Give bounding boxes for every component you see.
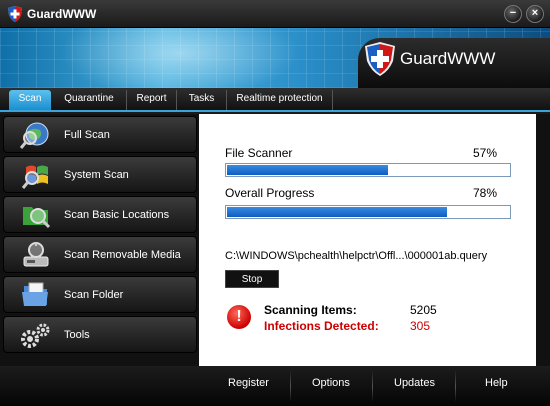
sidebar-item-tools[interactable]: Tools <box>3 316 197 353</box>
tab-realtime-protection[interactable]: Realtime protection <box>227 90 333 110</box>
folder-icon <box>22 282 48 306</box>
sidebar-item-system-scan[interactable]: System Scan <box>3 156 197 193</box>
bottom-bar: Register Options Updates Help <box>0 366 550 406</box>
options-button[interactable]: Options <box>312 377 350 389</box>
help-button[interactable]: Help <box>485 377 508 389</box>
alert-icon: ! <box>227 305 251 329</box>
separator <box>455 370 456 402</box>
sidebar-item-label: Full Scan <box>64 129 110 141</box>
overall-progress-percent: 78% <box>473 186 498 200</box>
close-button[interactable]: × <box>526 5 544 23</box>
sidebar-item-scan-removable-media[interactable]: Scan Removable Media <box>3 236 197 273</box>
tab-scan[interactable]: Scan <box>9 90 51 110</box>
file-scanner-label: File Scanner <box>225 146 293 160</box>
panel-border <box>536 114 550 366</box>
overall-progress-fill <box>227 207 447 217</box>
sidebar-item-full-scan[interactable]: Full Scan <box>3 116 197 153</box>
sidebar-item-label: Scan Removable Media <box>64 249 181 261</box>
overall-progress-label: Overall Progress <box>225 186 315 200</box>
tab-bar: Scan Quarantine Report Tasks Realtime pr… <box>0 88 550 112</box>
logo-shield-icon <box>365 42 395 76</box>
banner-glow <box>60 28 300 88</box>
sidebar: Full Scan System Scan Scan Basic Locatio… <box>0 114 199 366</box>
updates-button[interactable]: Updates <box>394 377 435 389</box>
stop-button[interactable]: Stop <box>225 270 279 288</box>
sidebar-item-label: Scan Folder <box>64 289 124 301</box>
minimize-button[interactable]: − <box>504 5 522 23</box>
tab-tasks[interactable]: Tasks <box>177 90 227 110</box>
tab-quarantine[interactable]: Quarantine <box>52 90 127 110</box>
current-file-path: C:\WINDOWS\pchealth\helpctr\Offl...\0000… <box>225 250 488 262</box>
register-button[interactable]: Register <box>228 377 269 389</box>
sidebar-item-label: Tools <box>64 329 90 341</box>
globe-magnifier-icon <box>20 122 49 149</box>
windows-flag-magnifier-icon <box>21 165 48 189</box>
overall-progress-bar <box>225 205 511 219</box>
scan-panel: File Scanner 57% Overall Progress 78% C:… <box>199 114 536 366</box>
app-window: GuardWWW − × GuardWWW Scan Quarantine Re… <box>0 0 550 406</box>
usb-drive-icon <box>23 242 49 267</box>
sidebar-item-label: Scan Basic Locations <box>64 209 170 221</box>
shield-icon <box>8 6 22 22</box>
file-scanner-progress-fill <box>227 165 388 175</box>
title-bar[interactable]: GuardWWW − × <box>0 0 550 28</box>
infections-detected-label: Infections Detected: <box>264 319 379 333</box>
file-scanner-percent: 57% <box>473 146 498 160</box>
file-scanner-progress-bar <box>225 163 511 177</box>
sidebar-item-scan-basic-locations[interactable]: Scan Basic Locations <box>3 196 197 233</box>
gears-icon <box>21 323 50 348</box>
infections-detected-count: 305 <box>410 319 431 333</box>
window-title: GuardWWW <box>27 7 97 21</box>
folder-magnifier-icon <box>23 207 51 229</box>
logo-text: GuardWWW <box>400 49 496 68</box>
scanning-items-count: 5205 <box>410 303 437 317</box>
tab-report[interactable]: Report <box>127 90 177 110</box>
separator <box>372 370 373 402</box>
separator <box>290 370 291 402</box>
sidebar-item-label: System Scan <box>64 169 129 181</box>
sidebar-item-scan-folder[interactable]: Scan Folder <box>3 276 197 313</box>
scanning-items-label: Scanning Items: <box>264 303 357 317</box>
